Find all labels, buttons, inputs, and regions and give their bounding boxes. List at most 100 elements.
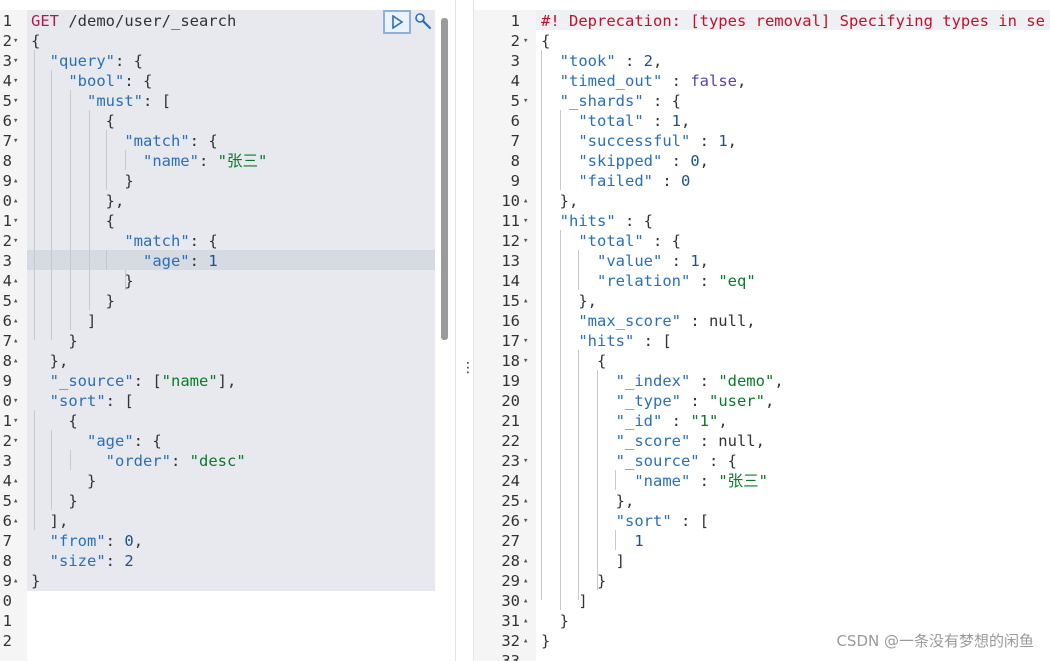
code-text: "must": [ bbox=[31, 91, 171, 111]
code-token: "took" bbox=[559, 52, 616, 70]
fold-toggle-icon[interactable]: ▾ bbox=[523, 511, 528, 531]
unfold-marker-icon[interactable]: ▴ bbox=[13, 311, 18, 331]
unfold-marker-icon[interactable]: ▴ bbox=[13, 331, 18, 351]
line-number: 33 bbox=[501, 652, 520, 661]
code-token: : { bbox=[124, 72, 153, 90]
unfold-marker-icon[interactable]: ▴ bbox=[13, 511, 18, 531]
fold-toggle-icon[interactable]: ▾ bbox=[523, 231, 528, 251]
code-text: "took" : 2, bbox=[541, 51, 663, 71]
line-number: 22 bbox=[501, 432, 520, 450]
code-text: { bbox=[31, 31, 40, 51]
code-token: : bbox=[662, 412, 691, 430]
code-token: "skipped" bbox=[578, 152, 663, 170]
code-token: "1" bbox=[690, 412, 719, 430]
line-number: 0 bbox=[2, 192, 12, 210]
code-text: "_type" : "user", bbox=[541, 391, 775, 411]
fold-toggle-icon[interactable]: ▾ bbox=[13, 391, 18, 411]
response-line: 2 ▾ { bbox=[474, 31, 1050, 51]
watermark: CSDN @一条没有梦想的闲鱼 bbox=[836, 632, 1034, 650]
unfold-marker-icon[interactable]: ▴ bbox=[523, 291, 528, 311]
unfold-marker-icon[interactable]: ▴ bbox=[523, 611, 528, 631]
code-token: : bbox=[690, 372, 719, 390]
fold-toggle-icon[interactable]: ▾ bbox=[523, 211, 528, 231]
unfold-marker-icon[interactable]: ▴ bbox=[523, 551, 528, 571]
code-text: } bbox=[31, 471, 96, 491]
code-token: "hits" bbox=[578, 332, 635, 350]
unfold-marker-icon[interactable]: ▴ bbox=[13, 291, 18, 311]
code-token: } bbox=[31, 332, 78, 350]
fold-toggle-icon[interactable]: ▾ bbox=[13, 71, 18, 91]
indent-guide bbox=[51, 430, 52, 510]
fold-toggle-icon[interactable]: ▾ bbox=[13, 31, 18, 51]
line-number: 0 bbox=[2, 392, 12, 410]
code-token: "match" bbox=[124, 132, 190, 150]
fold-toggle-icon[interactable]: ▾ bbox=[523, 91, 528, 111]
code-token: : bbox=[189, 252, 209, 270]
indent-guide bbox=[578, 350, 579, 600]
code-text: "skipped" : 0, bbox=[541, 151, 709, 171]
request-line: 0 ▾ "sort": [ bbox=[0, 391, 440, 411]
pane-resizer[interactable]: ⋮ bbox=[455, 0, 475, 661]
unfold-marker-icon[interactable]: ▴ bbox=[523, 191, 528, 211]
code-token: }, bbox=[541, 492, 635, 510]
fold-toggle-icon[interactable]: ▾ bbox=[13, 91, 18, 111]
code-token: "_source" bbox=[49, 372, 134, 390]
indent-guide bbox=[125, 150, 126, 170]
request-line: 1 bbox=[0, 611, 440, 631]
response-viewer[interactable]: 1 #! Deprecation: [types removal] Specify… bbox=[474, 0, 1050, 661]
run-request-button[interactable] bbox=[383, 10, 411, 34]
request-editor[interactable]: 1 GET /demo/user/_search 2 ▾{3 ▾ "query": {4… bbox=[0, 0, 455, 661]
fold-toggle-icon[interactable]: ▾ bbox=[13, 411, 18, 431]
code-token: "sort" bbox=[49, 392, 106, 410]
fold-toggle-icon[interactable]: ▾ bbox=[13, 431, 18, 451]
fold-toggle-icon[interactable]: ▾ bbox=[13, 231, 18, 251]
code-text: "successful" : 1, bbox=[541, 131, 737, 151]
unfold-marker-icon[interactable]: ▴ bbox=[13, 351, 18, 371]
unfold-marker-icon[interactable]: ▴ bbox=[523, 591, 528, 611]
fold-toggle-icon[interactable]: ▾ bbox=[523, 331, 528, 351]
request-settings-button[interactable] bbox=[414, 12, 434, 32]
fold-toggle-icon[interactable]: ▾ bbox=[13, 211, 18, 231]
fold-toggle-icon[interactable]: ▾ bbox=[13, 131, 18, 151]
fold-toggle-icon[interactable]: ▾ bbox=[523, 31, 528, 51]
unfold-marker-icon[interactable]: ▴ bbox=[523, 631, 528, 651]
response-line: 31 ▴ } bbox=[474, 611, 1050, 631]
code-token: : bbox=[690, 132, 719, 150]
code-text: "age": 1 bbox=[31, 251, 218, 271]
code-token: GET bbox=[31, 12, 59, 30]
code-token: , bbox=[737, 72, 747, 90]
unfold-marker-icon[interactable]: ▴ bbox=[13, 271, 18, 291]
fold-toggle-icon[interactable]: ▾ bbox=[13, 51, 18, 71]
indent-guide bbox=[34, 410, 35, 530]
code-token: , bbox=[774, 372, 784, 390]
indent-guide bbox=[615, 470, 616, 490]
line-number: 25 bbox=[501, 492, 520, 510]
request-line: 1 GET /demo/user/_search bbox=[0, 11, 440, 31]
unfold-marker-icon[interactable]: ▴ bbox=[523, 491, 528, 511]
line-number: 6 bbox=[2, 112, 12, 130]
fold-toggle-icon[interactable]: ▾ bbox=[523, 351, 528, 371]
fold-toggle-icon[interactable]: ▾ bbox=[13, 111, 18, 131]
fold-toggle-icon[interactable]: ▾ bbox=[523, 451, 528, 471]
code-text: "sort" : [ bbox=[541, 511, 709, 531]
request-line: 3 "order": "desc" bbox=[0, 451, 440, 471]
unfold-marker-icon[interactable]: ▴ bbox=[13, 571, 18, 591]
code-text: ] bbox=[541, 551, 625, 571]
indent-guide bbox=[560, 230, 561, 610]
response-line: 1 #! Deprecation: [types removal] Specify… bbox=[474, 11, 1050, 31]
code-token: : bbox=[680, 392, 709, 410]
unfold-marker-icon[interactable]: ▴ bbox=[13, 171, 18, 191]
indent-guide bbox=[560, 110, 561, 190]
code-text: "_source" : { bbox=[541, 451, 737, 471]
unfold-marker-icon[interactable]: ▴ bbox=[13, 191, 18, 211]
request-scrollbar[interactable] bbox=[441, 18, 448, 340]
response-line: 33 bbox=[474, 651, 1050, 661]
code-token: : [ bbox=[105, 392, 134, 410]
code-token: "from" bbox=[49, 532, 106, 550]
code-token: : bbox=[198, 152, 218, 170]
code-token: "name" bbox=[161, 372, 218, 390]
unfold-marker-icon[interactable]: ▴ bbox=[13, 491, 18, 511]
unfold-marker-icon[interactable]: ▴ bbox=[13, 471, 18, 491]
unfold-marker-icon[interactable]: ▴ bbox=[523, 571, 528, 591]
code-token: 1 bbox=[718, 132, 728, 150]
